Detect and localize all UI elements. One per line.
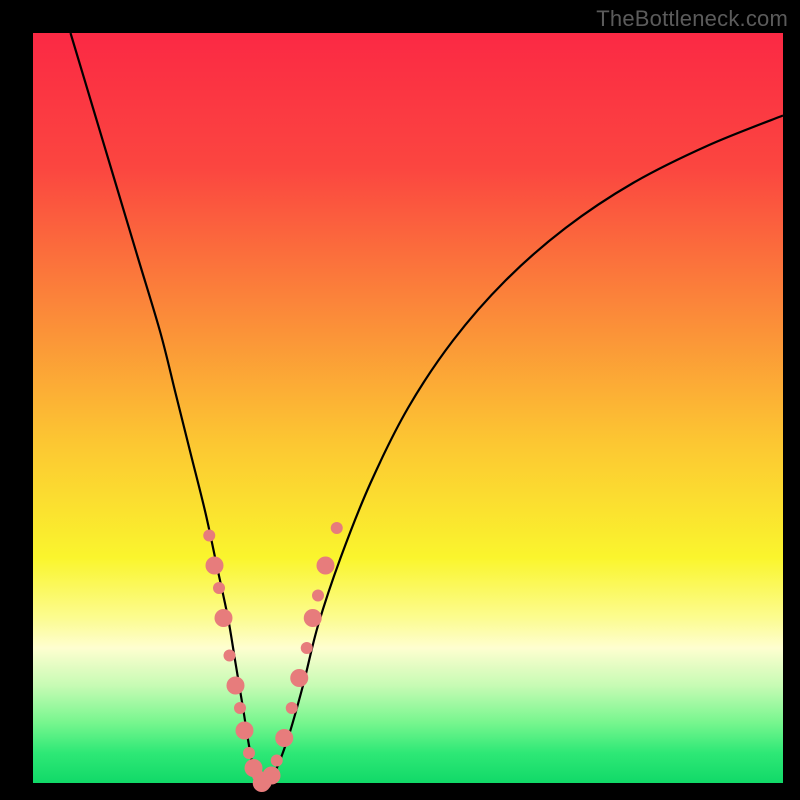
data-marker xyxy=(317,557,335,575)
data-marker xyxy=(301,642,313,654)
data-marker xyxy=(271,755,283,767)
data-marker xyxy=(286,702,298,714)
data-marker xyxy=(227,677,245,695)
chart-frame: TheBottleneck.com xyxy=(0,0,800,800)
data-marker xyxy=(290,669,308,687)
chart-svg xyxy=(33,33,783,783)
bottleneck-curve xyxy=(71,33,784,783)
plot-area xyxy=(33,33,783,783)
data-marker xyxy=(215,609,233,627)
data-marker xyxy=(213,582,225,594)
data-marker xyxy=(312,590,324,602)
data-marker xyxy=(263,767,281,785)
data-marker xyxy=(236,722,254,740)
data-marker xyxy=(331,522,343,534)
data-marker xyxy=(203,530,215,542)
data-marker xyxy=(206,557,224,575)
watermark-text: TheBottleneck.com xyxy=(596,6,788,32)
data-marker xyxy=(304,609,322,627)
data-marker xyxy=(275,729,293,747)
data-marker xyxy=(224,650,236,662)
data-marker xyxy=(234,702,246,714)
data-marker xyxy=(243,747,255,759)
